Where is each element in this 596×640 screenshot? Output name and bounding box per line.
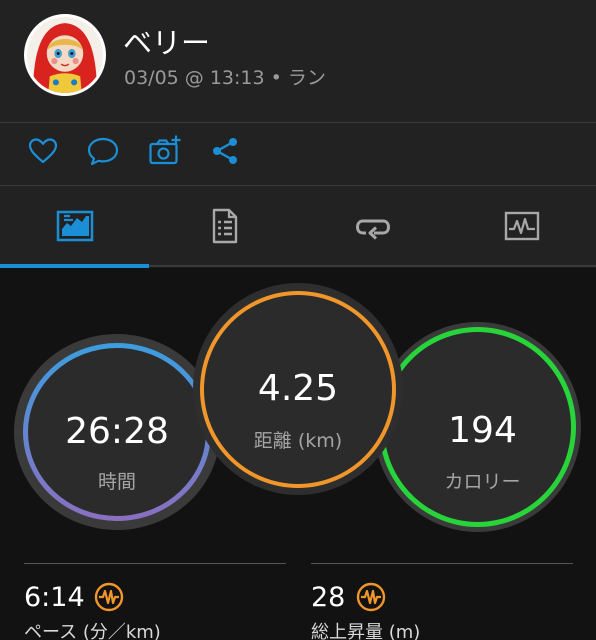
- document-list-icon: [212, 208, 237, 244]
- time-ring[interactable]: 26:28 時間: [14, 334, 220, 530]
- tab-overview[interactable]: [0, 186, 149, 266]
- comment-icon: [87, 137, 119, 166]
- time-label: 時間: [97, 471, 136, 493]
- like-button[interactable]: [26, 134, 60, 168]
- pace-label: ペース (分／km): [24, 622, 161, 640]
- comment-button[interactable]: [86, 134, 120, 168]
- stat-divider: [311, 563, 573, 564]
- performance-wave-icon[interactable]: [356, 582, 386, 612]
- activity-meta: 03/05 @ 13:13 • ラン: [124, 67, 326, 89]
- tab-details[interactable]: [149, 186, 298, 266]
- tab-laps[interactable]: [298, 186, 447, 266]
- elevation-gain-label: 総上昇量 (m): [311, 622, 421, 640]
- pace-value: 6:14: [24, 582, 85, 613]
- camera-plus-icon: [149, 135, 181, 165]
- user-name[interactable]: ベリー: [123, 20, 210, 62]
- activity-graph-icon: [504, 211, 539, 241]
- elevation-gain-value: 28: [311, 582, 346, 613]
- add-photo-button[interactable]: [148, 134, 182, 168]
- time-value: 26:28: [65, 411, 169, 452]
- tab-charts[interactable]: [447, 186, 596, 266]
- stat-divider: [24, 563, 286, 564]
- avatar[interactable]: [24, 14, 106, 96]
- share-icon: [213, 138, 237, 164]
- laps-loop-icon: [355, 219, 390, 240]
- heart-icon: [28, 138, 58, 164]
- share-button[interactable]: [208, 134, 242, 168]
- distance-ring[interactable]: 4.25 距離 (km): [193, 283, 403, 495]
- distance-label: 距離 (km): [253, 430, 343, 452]
- calories-value: 194: [448, 410, 517, 451]
- calories-label: カロリー: [444, 471, 521, 493]
- performance-wave-icon[interactable]: [94, 582, 124, 612]
- calories-ring[interactable]: 194 カロリー: [374, 322, 581, 532]
- distance-value: 4.25: [257, 368, 339, 409]
- overview-chart-icon: [56, 210, 93, 242]
